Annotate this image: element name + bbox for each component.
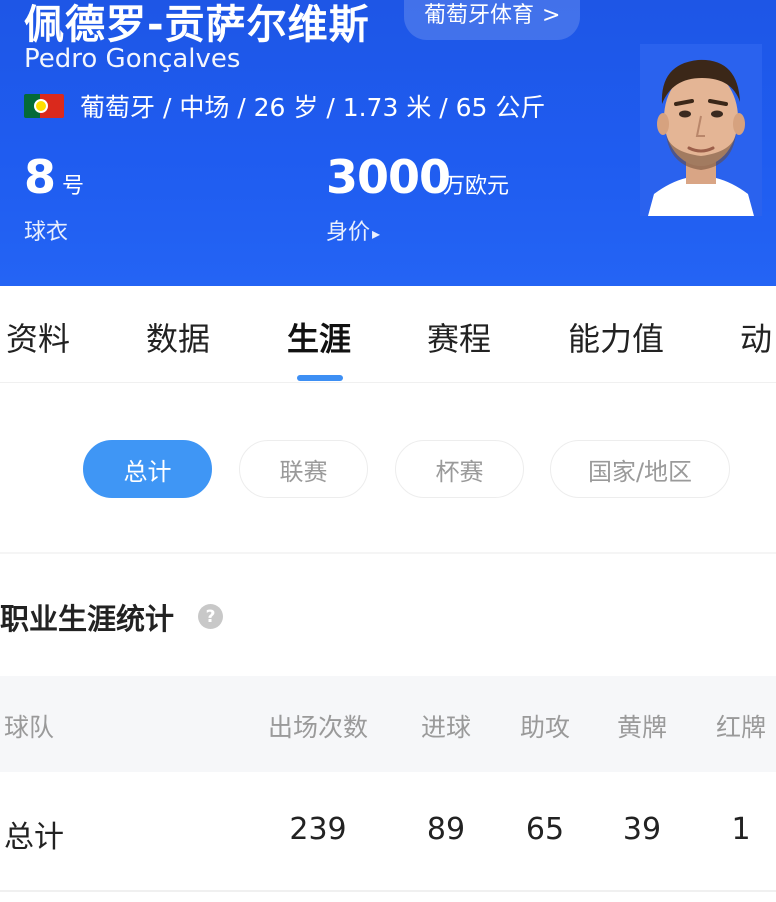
tabs-divider: [0, 382, 776, 383]
player-avatar: [640, 44, 762, 216]
column-header-assists: 助攻: [519, 713, 571, 742]
filter-national-button[interactable]: 国家/地区: [550, 440, 730, 498]
career-stats-title: 职业生涯统计: [0, 602, 175, 636]
chevron-right-icon: >: [542, 3, 561, 28]
filter-cup-button[interactable]: 杯赛: [395, 440, 524, 498]
filter-national-label: 国家/地区: [587, 457, 693, 486]
active-tab-indicator: [297, 375, 343, 381]
tab-career[interactable]: 生涯: [287, 314, 351, 360]
filter-league-label: 联赛: [279, 457, 328, 486]
club-link-label: 葡萄牙体育: [424, 3, 535, 28]
cell-appearances: 239: [289, 812, 347, 847]
filter-total-label: 总计: [123, 457, 172, 486]
player-bio: 葡萄牙 / 中场 / 26 岁 / 1.73 米 / 65 公斤: [80, 93, 546, 122]
tab-ratings[interactable]: 能力值: [568, 314, 664, 360]
player-name-en: Pedro Gonçalves: [24, 44, 241, 74]
player-name-cn: 佩德罗-贡萨尔维斯: [24, 2, 370, 48]
row-divider: [0, 890, 776, 892]
market-value-number: 3000: [326, 150, 451, 204]
filter-total-button[interactable]: 总计: [83, 440, 212, 498]
career-table-header: 球队 出场次数 进球 助攻 黄牌 红牌: [0, 676, 776, 772]
cell-red-cards: 1: [731, 812, 751, 847]
cell-assists: 65: [525, 812, 565, 847]
filter-league-button[interactable]: 联赛: [239, 440, 368, 498]
cell-goals: 89: [426, 812, 466, 847]
market-value-caption: 身价: [326, 220, 371, 245]
table-row: 总计 239 89 65 39 1: [0, 772, 776, 890]
filter-cup-label: 杯赛: [435, 457, 484, 486]
player-header: 佩德罗-贡萨尔维斯 葡萄牙体育 > Pedro Gonçalves 葡萄牙 / 中…: [0, 0, 776, 286]
tab-profile[interactable]: 资料: [6, 314, 70, 360]
column-header-yellow-cards: 黄牌: [616, 713, 668, 742]
cell-yellow-cards: 39: [622, 812, 662, 847]
market-value-unit: 万欧元: [443, 174, 510, 199]
column-header-red-cards: 红牌: [715, 713, 767, 742]
tab-news[interactable]: 动: [740, 314, 772, 360]
question-icon[interactable]: ?: [198, 604, 223, 629]
club-link-button[interactable]: 葡萄牙体育 >: [404, 0, 581, 40]
shirt-caption: 球衣: [24, 220, 69, 245]
tab-schedule[interactable]: 赛程: [427, 314, 491, 360]
profile-tabs: 资料 数据 生涯 赛程 能力值 动: [0, 286, 776, 382]
column-header-team: 球队: [4, 713, 55, 742]
section-divider: [0, 552, 776, 554]
market-value-link[interactable]: 身价 ▸: [326, 214, 380, 246]
cell-team: 总计: [4, 820, 64, 855]
column-header-appearances: 出场次数: [267, 713, 369, 742]
shirt-number: 8: [24, 150, 56, 204]
portugal-flag-icon: [24, 94, 64, 118]
column-header-goals: 进球: [420, 713, 472, 742]
caret-right-icon: ▸: [372, 224, 381, 243]
shirt-number-unit: 号: [62, 174, 85, 199]
tab-data[interactable]: 数据: [146, 314, 210, 360]
